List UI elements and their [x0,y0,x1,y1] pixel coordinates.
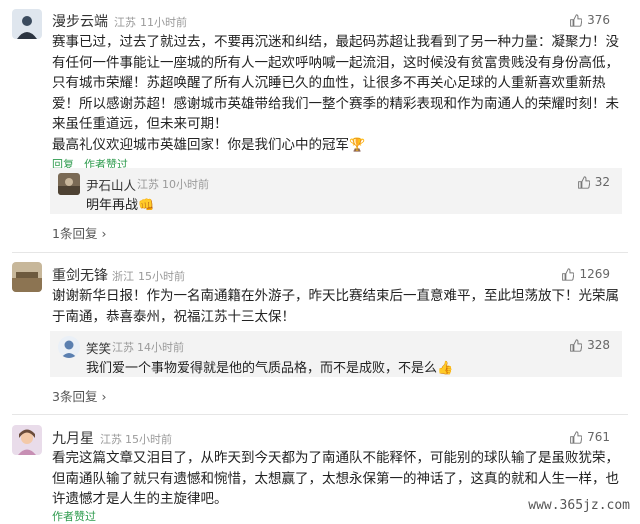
comment-line: 于南通，恭喜泰州，祝福江苏十三太保！ [52,308,295,325]
thumbs-up-icon [570,338,583,352]
comment-actions: 作者赞过 [52,508,96,524]
like-count: 32 [594,175,610,189]
avatar[interactable] [12,262,42,292]
thumbs-up-icon [570,13,583,27]
reply-author[interactable]: 笑笑 [86,338,111,357]
reply-author[interactable]: 尹石山人 [86,175,136,194]
comment-line: 爱！所以感谢苏超！感谢城市英雄带给我们一整个赛季的精彩表现和作为南通人的荣耀时刻… [52,95,619,112]
reply-location: 江苏 [137,178,159,191]
divider [12,414,628,415]
thumbs-up-emoji-icon: 👍 [437,361,454,376]
like-button[interactable]: 376 [569,13,610,27]
comment-body: 谢谢新华日报！作为一名南通籍在外游子，昨天比赛结束后一直意难平，至此坦荡放下！光… [52,286,619,327]
chevron-right-icon: › [101,389,107,404]
fist-icon: 👊 [138,198,155,213]
comment-line: 最高礼仪欢迎城市英雄回家！你是我们心中的冠军🏆 [52,136,366,153]
like-button[interactable]: 328 [569,338,610,352]
comment-author[interactable]: 重剑无锋 [52,265,108,285]
comment-line: 来虽任重道远，但未来可期！ [52,116,228,132]
like-count: 761 [587,430,610,444]
comment-author[interactable]: 漫步云端 [52,11,108,31]
avatar[interactable] [58,173,80,195]
thumbs-up-icon [577,175,590,189]
comment-body: 赛事已过，过去了就过去，不要再沉迷和纠结，最起码苏超让我看到了另一种力量：凝聚力… [52,32,619,156]
like-count: 1269 [579,267,610,281]
comment-time: 11小时前 [140,16,187,29]
avatar[interactable] [58,336,80,358]
comment-author[interactable]: 九月星 [52,428,94,448]
reply-location: 江苏 [112,341,134,354]
more-replies-link[interactable]: 3条回复 › [52,386,106,405]
comment-line: 只有城市荣耀！苏超唤醒了所有人沉睡已久的血性，让很多不再关心足球的人重新喜欢重新… [52,75,606,91]
comment-line: 看完这篇文章又泪目了，从昨天到今天都为了南通队不能释怀，可能别的球队输了是虽败犹… [52,450,619,466]
reply-body: 我们爱一个事物爱得就是他的气质品格，而不是成败，不是么👍 [86,361,454,376]
like-count: 328 [587,338,610,352]
like-count: 376 [587,13,610,27]
watermark: www.365jz.com [528,498,630,513]
comment-time: 15小时前 [125,433,172,446]
comment-line: 谢谢新华日报！作为一名南通籍在外游子，昨天比赛结束后一直意难平，至此坦荡放下！光… [52,288,619,304]
comment-line: 但南通队输了就只有遗憾和惋惜，太想赢了，太想永保第一的神话了，这真的就和人生一样… [52,470,619,487]
reply-time: 14小时前 [137,341,184,354]
comment-time: 15小时前 [138,270,185,283]
like-button[interactable]: 32 [577,175,610,189]
reply-time: 10小时前 [162,178,209,191]
avatar[interactable] [12,425,42,455]
comment-location: 江苏 [100,433,122,446]
avatar[interactable] [12,9,42,39]
like-button[interactable]: 761 [569,430,610,444]
author-liked-badge: 作者赞过 [52,510,96,523]
more-replies-link[interactable]: 1条回复 › [52,223,106,242]
like-button[interactable]: 1269 [561,267,610,281]
comment-line: 赛事已过，过去了就过去，不要再沉迷和纠结，最起码苏超让我看到了另一种力量：凝聚力… [52,34,619,50]
divider [12,252,628,253]
thumbs-up-icon [570,430,583,444]
comment-location: 浙江 [112,270,134,283]
chevron-right-icon: › [101,226,107,241]
comment-location: 江苏 [114,16,136,29]
thumbs-up-icon [562,267,575,281]
reply-body: 明年再战👊 [86,198,155,213]
comment-line: 有任何一件事能让一座城的所有人一起欢呼呐喊一起流泪，这时候没有贫富贵贱没有身份高… [52,54,619,71]
trophy-icon: 🏆 [349,137,366,153]
